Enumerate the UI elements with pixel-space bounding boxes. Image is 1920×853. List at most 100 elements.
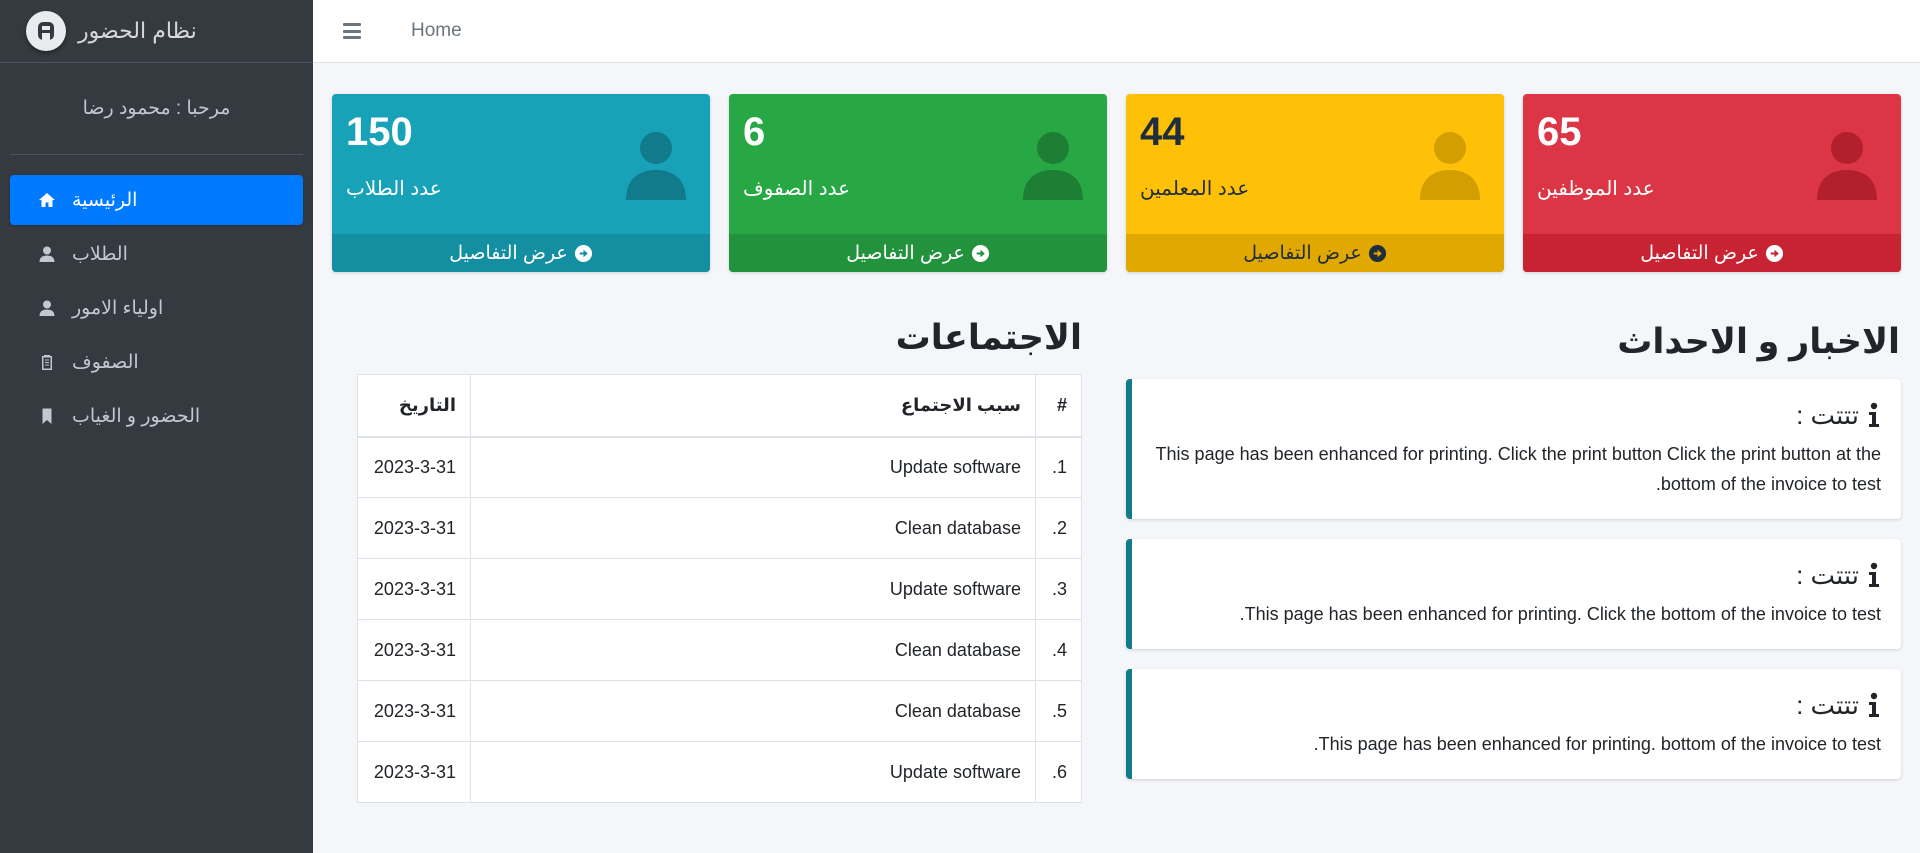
- table-row: 1. Update software 2023-3-31: [357, 436, 1082, 498]
- row-number: 1.: [1035, 436, 1082, 498]
- row-date: 2023-3-31: [357, 741, 471, 803]
- row-reason: Update software: [470, 436, 1036, 498]
- classes-stat-box: 6 عدد الصفوف عرض التفاصيل: [729, 94, 1107, 272]
- bookmark-icon: [38, 407, 56, 425]
- info-icon: [1869, 402, 1879, 427]
- column-header-num: #: [1035, 374, 1082, 438]
- column-header-reason: سبب الاجتماع: [470, 374, 1036, 438]
- row-date: 2023-3-31: [357, 558, 471, 620]
- row-reason-text: Clean database: [894, 700, 1021, 721]
- news-card-body: This page has been enhanced for printing…: [1239, 604, 1881, 624]
- row-date: 2023-3-31: [357, 619, 471, 681]
- user-icon: [38, 245, 56, 263]
- view-details-label: عرض التفاصيل: [1640, 242, 1759, 264]
- user-icon: [1017, 128, 1089, 200]
- home-icon: [38, 191, 56, 209]
- employees-stat-box: 65 عدد الموظفين عرض التفاصيل: [1523, 94, 1901, 272]
- sidebar-item-label: الرئيسية: [72, 189, 138, 211]
- view-details-link[interactable]: عرض التفاصيل: [1126, 234, 1504, 272]
- brand-logo-icon: [26, 11, 66, 51]
- arrow-circle-right-icon: [1368, 244, 1386, 262]
- row-number: 2.: [1035, 497, 1082, 559]
- row-reason: Update software: [470, 558, 1036, 620]
- row-date: 2023-3-31: [357, 680, 471, 742]
- row-number: 4.: [1035, 619, 1082, 681]
- arrow-circle-right-icon: [574, 244, 592, 262]
- table-row: 3. Update software 2023-3-31: [357, 558, 1082, 620]
- table-row: 2. Clean database 2023-3-31: [357, 497, 1082, 559]
- view-details-link[interactable]: عرض التفاصيل: [729, 234, 1107, 272]
- row-reason-text: Clean database: [894, 639, 1021, 660]
- user-icon: [1811, 128, 1883, 200]
- stat-label: عدد الصفوف: [743, 178, 851, 200]
- brand[interactable]: نظام الحضور: [0, 0, 313, 63]
- sidebar-item-home[interactable]: الرئيسية: [10, 175, 303, 225]
- sidebar-item-label: الصفوف: [72, 351, 139, 373]
- news-card-title-text: تتتت :: [1796, 559, 1859, 590]
- view-details-label: عرض التفاصيل: [846, 242, 965, 264]
- sidebar-item-classes[interactable]: الصفوف: [10, 337, 303, 387]
- arrow-circle-right-icon: [971, 244, 989, 262]
- view-details-label: عرض التفاصيل: [1243, 242, 1362, 264]
- news-title: الاخبار و الاحداث: [1617, 322, 1900, 361]
- sidebar: نظام الحضور مرحبا : محمود رضا الرئيسية ا…: [0, 0, 313, 853]
- row-reason: Update software: [470, 741, 1036, 803]
- row-date: 2023-3-31: [357, 436, 471, 498]
- info-icon: [1869, 562, 1879, 587]
- row-reason-text: Update software: [889, 578, 1021, 599]
- row-number: 6.: [1035, 741, 1082, 803]
- sidebar-item-parents[interactable]: اولياء الامور: [10, 283, 303, 333]
- table-row: 6. Update software 2023-3-31: [357, 741, 1082, 803]
- table-row: 4. Clean database 2023-3-31: [357, 619, 1082, 681]
- news-card-body: This page has been enhanced for printing…: [1313, 734, 1881, 754]
- news-card-title-text: تتتت :: [1796, 689, 1859, 720]
- news-card-title: تتتت :: [1152, 687, 1881, 723]
- row-reason-text: Update software: [889, 761, 1021, 782]
- stat-value: 44: [1140, 110, 1185, 154]
- brand-name: نظام الحضور: [78, 18, 197, 43]
- teachers-stat-box: 44 عدد المعلمين عرض التفاصيل: [1126, 94, 1504, 272]
- stat-value: 6: [743, 110, 766, 154]
- row-reason-text: Clean database: [894, 517, 1021, 538]
- news-card-title-text: تتتت :: [1796, 399, 1859, 430]
- row-number: 3.: [1035, 558, 1082, 620]
- home-link[interactable]: Home: [411, 20, 462, 42]
- table-header-row: # سبب الاجتماع التاريخ: [357, 374, 1082, 438]
- stat-value: 65: [1537, 110, 1582, 154]
- stat-value: 150: [346, 110, 413, 154]
- view-details-link[interactable]: عرض التفاصيل: [1523, 234, 1901, 272]
- news-card-title: تتتت :: [1152, 397, 1881, 433]
- news-card-body: This page has been enhanced for printing…: [1155, 444, 1881, 494]
- menu-toggle-icon[interactable]: [343, 23, 361, 39]
- stat-label: عدد الطلاب: [346, 178, 442, 200]
- students-stat-box: 150 عدد الطلاب عرض التفاصيل: [332, 94, 710, 272]
- info-icon: [1869, 692, 1879, 717]
- news-card: تتتت : This page has been enhanced for p…: [1126, 379, 1901, 519]
- sidebar-item-label: اولياء الامور: [72, 297, 164, 319]
- user-icon: [620, 128, 692, 200]
- stat-label: عدد المعلمين: [1140, 178, 1250, 200]
- row-date: 2023-3-31: [357, 497, 471, 559]
- arrow-circle-right-icon: [1765, 244, 1783, 262]
- row-reason: Clean database: [470, 680, 1036, 742]
- news-card-title: تتتت :: [1152, 557, 1881, 593]
- column-header-date: التاريخ: [357, 374, 471, 438]
- news-card: تتتت : This page has been enhanced for p…: [1126, 539, 1901, 649]
- meetings-title: الاجتماعات: [895, 318, 1082, 357]
- row-number: 5.: [1035, 680, 1082, 742]
- row-reason: Clean database: [470, 619, 1036, 681]
- view-details-link[interactable]: عرض التفاصيل: [332, 234, 710, 272]
- sidebar-nav: الرئيسية الطلاب اولياء الامور الصفوف الح…: [0, 155, 313, 441]
- meetings-table: # سبب الاجتماع التاريخ 1. Update softwar…: [357, 374, 1082, 803]
- sidebar-item-label: الحضور و الغياب: [72, 405, 201, 427]
- row-reason-text: Update software: [889, 456, 1021, 477]
- row-reason: Clean database: [470, 497, 1036, 559]
- sidebar-item-label: الطلاب: [72, 243, 128, 265]
- table-row: 5. Clean database 2023-3-31: [357, 680, 1082, 742]
- user-icon: [1414, 128, 1486, 200]
- user-icon: [38, 299, 56, 317]
- news-card: تتتت : This page has been enhanced for p…: [1126, 669, 1901, 779]
- sidebar-item-attendance[interactable]: الحضور و الغياب: [10, 391, 303, 441]
- top-navbar: Home: [313, 0, 1920, 63]
- sidebar-item-students[interactable]: الطلاب: [10, 229, 303, 279]
